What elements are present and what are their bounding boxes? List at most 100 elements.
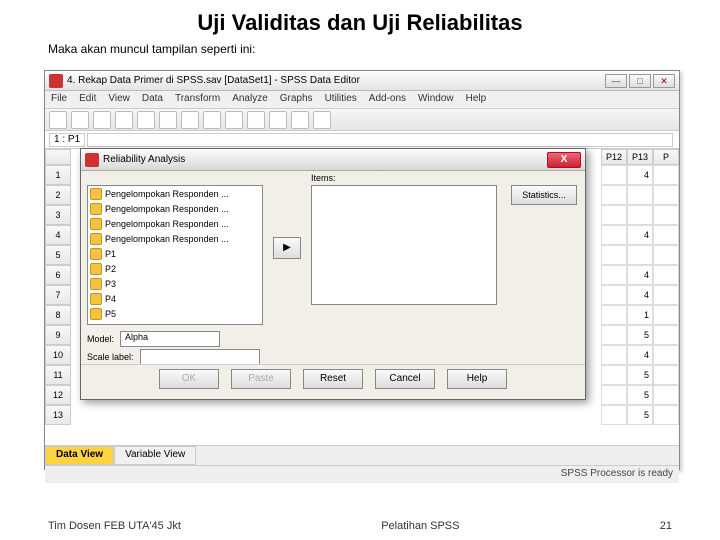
cell[interactable] (653, 385, 679, 405)
row-header[interactable]: 10 (45, 345, 71, 365)
cell[interactable] (653, 285, 679, 305)
cell[interactable] (601, 325, 627, 345)
row-header[interactable]: 11 (45, 365, 71, 385)
list-item[interactable]: P3 (88, 276, 262, 291)
cell[interactable] (653, 365, 679, 385)
col-header[interactable]: P (653, 149, 679, 165)
cell[interactable]: 5 (627, 405, 653, 425)
row-header[interactable]: 3 (45, 205, 71, 225)
cell[interactable] (627, 245, 653, 265)
menu-graphs[interactable]: Graphs (280, 93, 313, 106)
cell[interactable] (601, 245, 627, 265)
cell[interactable]: 4 (627, 165, 653, 185)
cell[interactable] (601, 365, 627, 385)
menu-data[interactable]: Data (142, 93, 163, 106)
row-header[interactable]: 8 (45, 305, 71, 325)
list-item[interactable]: P2 (88, 261, 262, 276)
row-header[interactable]: 13 (45, 405, 71, 425)
col-header[interactable]: P13 (627, 149, 653, 165)
tab-data-view[interactable]: Data View (45, 446, 114, 465)
menu-view[interactable]: View (108, 93, 130, 106)
menu-addons[interactable]: Add-ons (369, 93, 406, 106)
variables-listbox[interactable]: Pengelompokan Responden ... Pengelompoka… (87, 185, 263, 325)
tool-weight-icon[interactable] (247, 111, 265, 129)
menu-file[interactable]: File (51, 93, 67, 106)
paste-button[interactable]: Paste (231, 369, 291, 389)
help-button[interactable]: Help (447, 369, 507, 389)
cell[interactable] (653, 245, 679, 265)
cell[interactable] (601, 345, 627, 365)
tool-open-icon[interactable] (49, 111, 67, 129)
menu-edit[interactable]: Edit (79, 93, 96, 106)
close-button[interactable]: ✕ (653, 74, 675, 88)
model-combo[interactable]: Alpha (120, 331, 220, 347)
row-header[interactable]: 9 (45, 325, 71, 345)
cell[interactable]: 5 (627, 325, 653, 345)
reset-button[interactable]: Reset (303, 369, 363, 389)
tool-insert-icon[interactable] (203, 111, 221, 129)
statistics-button[interactable]: Statistics... (511, 185, 577, 205)
cell[interactable] (601, 265, 627, 285)
items-listbox[interactable] (311, 185, 497, 305)
cell[interactable] (601, 185, 627, 205)
cancel-button[interactable]: Cancel (375, 369, 435, 389)
cell[interactable] (653, 325, 679, 345)
row-header[interactable]: 1 (45, 165, 71, 185)
tool-print-icon[interactable] (93, 111, 111, 129)
cell[interactable] (627, 185, 653, 205)
cell[interactable] (653, 205, 679, 225)
row-header[interactable]: 2 (45, 185, 71, 205)
dialog-close-button[interactable]: X (547, 152, 581, 168)
menu-help[interactable]: Help (466, 93, 487, 106)
list-item[interactable]: Pengelompokan Responden ... (88, 216, 262, 231)
row-header[interactable]: 7 (45, 285, 71, 305)
col-header[interactable]: P12 (601, 149, 627, 165)
tab-variable-view[interactable]: Variable View (114, 446, 196, 465)
row-header[interactable]: 6 (45, 265, 71, 285)
menu-analyze[interactable]: Analyze (232, 93, 268, 106)
tool-find-icon[interactable] (181, 111, 199, 129)
cell[interactable]: 1 (627, 305, 653, 325)
cell[interactable] (601, 385, 627, 405)
tool-select-icon[interactable] (269, 111, 287, 129)
cell[interactable] (653, 345, 679, 365)
cell[interactable]: 4 (627, 285, 653, 305)
scale-input[interactable] (140, 349, 260, 365)
maximize-button[interactable]: □ (629, 74, 651, 88)
cell[interactable] (653, 225, 679, 245)
tool-redo-icon[interactable] (137, 111, 155, 129)
row-header[interactable]: 4 (45, 225, 71, 245)
cell-value[interactable] (87, 133, 673, 147)
menu-transform[interactable]: Transform (175, 93, 220, 106)
cell[interactable]: 5 (627, 365, 653, 385)
cell[interactable]: 4 (627, 265, 653, 285)
cell[interactable] (601, 305, 627, 325)
cell[interactable] (653, 405, 679, 425)
list-item[interactable]: Pengelompokan Responden ... (88, 201, 262, 216)
tool-split-icon[interactable] (225, 111, 243, 129)
cell[interactable] (601, 285, 627, 305)
tool-undo-icon[interactable] (115, 111, 133, 129)
cell[interactable]: 4 (627, 225, 653, 245)
cell[interactable]: 5 (627, 385, 653, 405)
menu-window[interactable]: Window (418, 93, 454, 106)
cell-reference[interactable]: 1 : P1 (49, 133, 85, 147)
cell[interactable] (653, 185, 679, 205)
list-item[interactable]: P1 (88, 246, 262, 261)
row-header[interactable]: 5 (45, 245, 71, 265)
list-item[interactable]: Pengelompokan Responden ... (88, 186, 262, 201)
menu-utilities[interactable]: Utilities (325, 93, 357, 106)
cell[interactable] (653, 305, 679, 325)
list-item[interactable]: Pengelompokan Responden ... (88, 231, 262, 246)
cell[interactable] (601, 165, 627, 185)
tool-use-icon[interactable] (313, 111, 331, 129)
list-item[interactable]: P4 (88, 291, 262, 306)
minimize-button[interactable]: — (605, 74, 627, 88)
move-right-button[interactable]: ▶ (273, 237, 301, 259)
cell[interactable] (627, 205, 653, 225)
tool-value-icon[interactable] (291, 111, 309, 129)
tool-goto-icon[interactable] (159, 111, 177, 129)
list-item[interactable]: P5 (88, 306, 262, 321)
cell[interactable]: 4 (627, 345, 653, 365)
cell[interactable] (653, 165, 679, 185)
